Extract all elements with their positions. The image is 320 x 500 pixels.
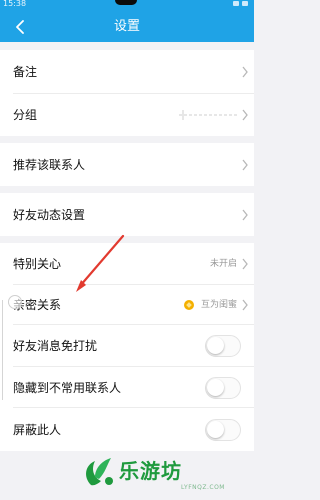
status-bar: 15:38 (0, 0, 254, 12)
chevron-right-icon (242, 299, 248, 311)
watermark-url: LYFNQZ.COM (181, 484, 225, 491)
friend-moments-settings-label: 好友动态设置 (13, 207, 86, 222)
chevron-right-icon (242, 159, 248, 170)
special-care-value: 未开启 (209, 259, 237, 269)
block-person-toggle[interactable] (205, 418, 241, 441)
recommend-contact-row[interactable]: 推荐该联系人 (0, 143, 254, 186)
status-icons (233, 1, 248, 6)
toggle-knob (207, 378, 224, 396)
special-care-row[interactable]: 特别关心 未开启 (0, 243, 254, 285)
group-row[interactable]: 分组 (0, 94, 254, 136)
battery-icon (242, 1, 248, 6)
chevron-right-icon (242, 109, 248, 121)
chevron-right-icon (242, 258, 248, 270)
friendship-badge-icon (184, 300, 194, 310)
hide-contact-label: 隐藏到不常用联系人 (13, 380, 122, 395)
hide-contact-toggle[interactable] (205, 376, 241, 399)
remark-label: 备注 (13, 65, 38, 79)
recommend-contact-label: 推荐该联系人 (13, 157, 86, 172)
page-title: 设置 (113, 19, 140, 34)
mute-messages-label: 好友消息免打扰 (13, 339, 98, 353)
mute-messages-toggle[interactable] (205, 335, 241, 357)
block-person-row: 屏蔽此人 (0, 408, 254, 451)
toggle-knob (207, 337, 224, 354)
edge-indicator (2, 300, 3, 400)
toggle-knob (207, 420, 224, 438)
block-person-label: 屏蔽此人 (13, 422, 62, 437)
signal-icon (233, 1, 239, 6)
camera-notch (115, 0, 137, 5)
friend-moments-settings-row[interactable]: 好友动态设置 (0, 193, 254, 236)
group-label: 分组 (13, 108, 38, 122)
title-bar: 设置 (0, 12, 254, 42)
group-placeholder-icon (179, 110, 239, 120)
floating-assistive-handle[interactable] (8, 295, 22, 309)
chevron-right-icon (242, 66, 248, 78)
remark-row[interactable]: 备注 (0, 50, 254, 94)
watermark-logo (86, 458, 113, 486)
intimate-relationship-row[interactable]: 亲密关系 互为闺蜜 (0, 285, 254, 325)
status-time: 15:38 (3, 0, 27, 8)
chevron-right-icon (242, 209, 248, 220)
intimate-relationship-value: 互为闺蜜 (200, 300, 237, 310)
hide-contact-row: 隐藏到不常用联系人 (0, 367, 254, 408)
mute-messages-row: 好友消息免打扰 (0, 325, 254, 367)
special-care-label: 特别关心 (13, 257, 62, 271)
watermark-brand: 乐游坊 (119, 459, 182, 483)
